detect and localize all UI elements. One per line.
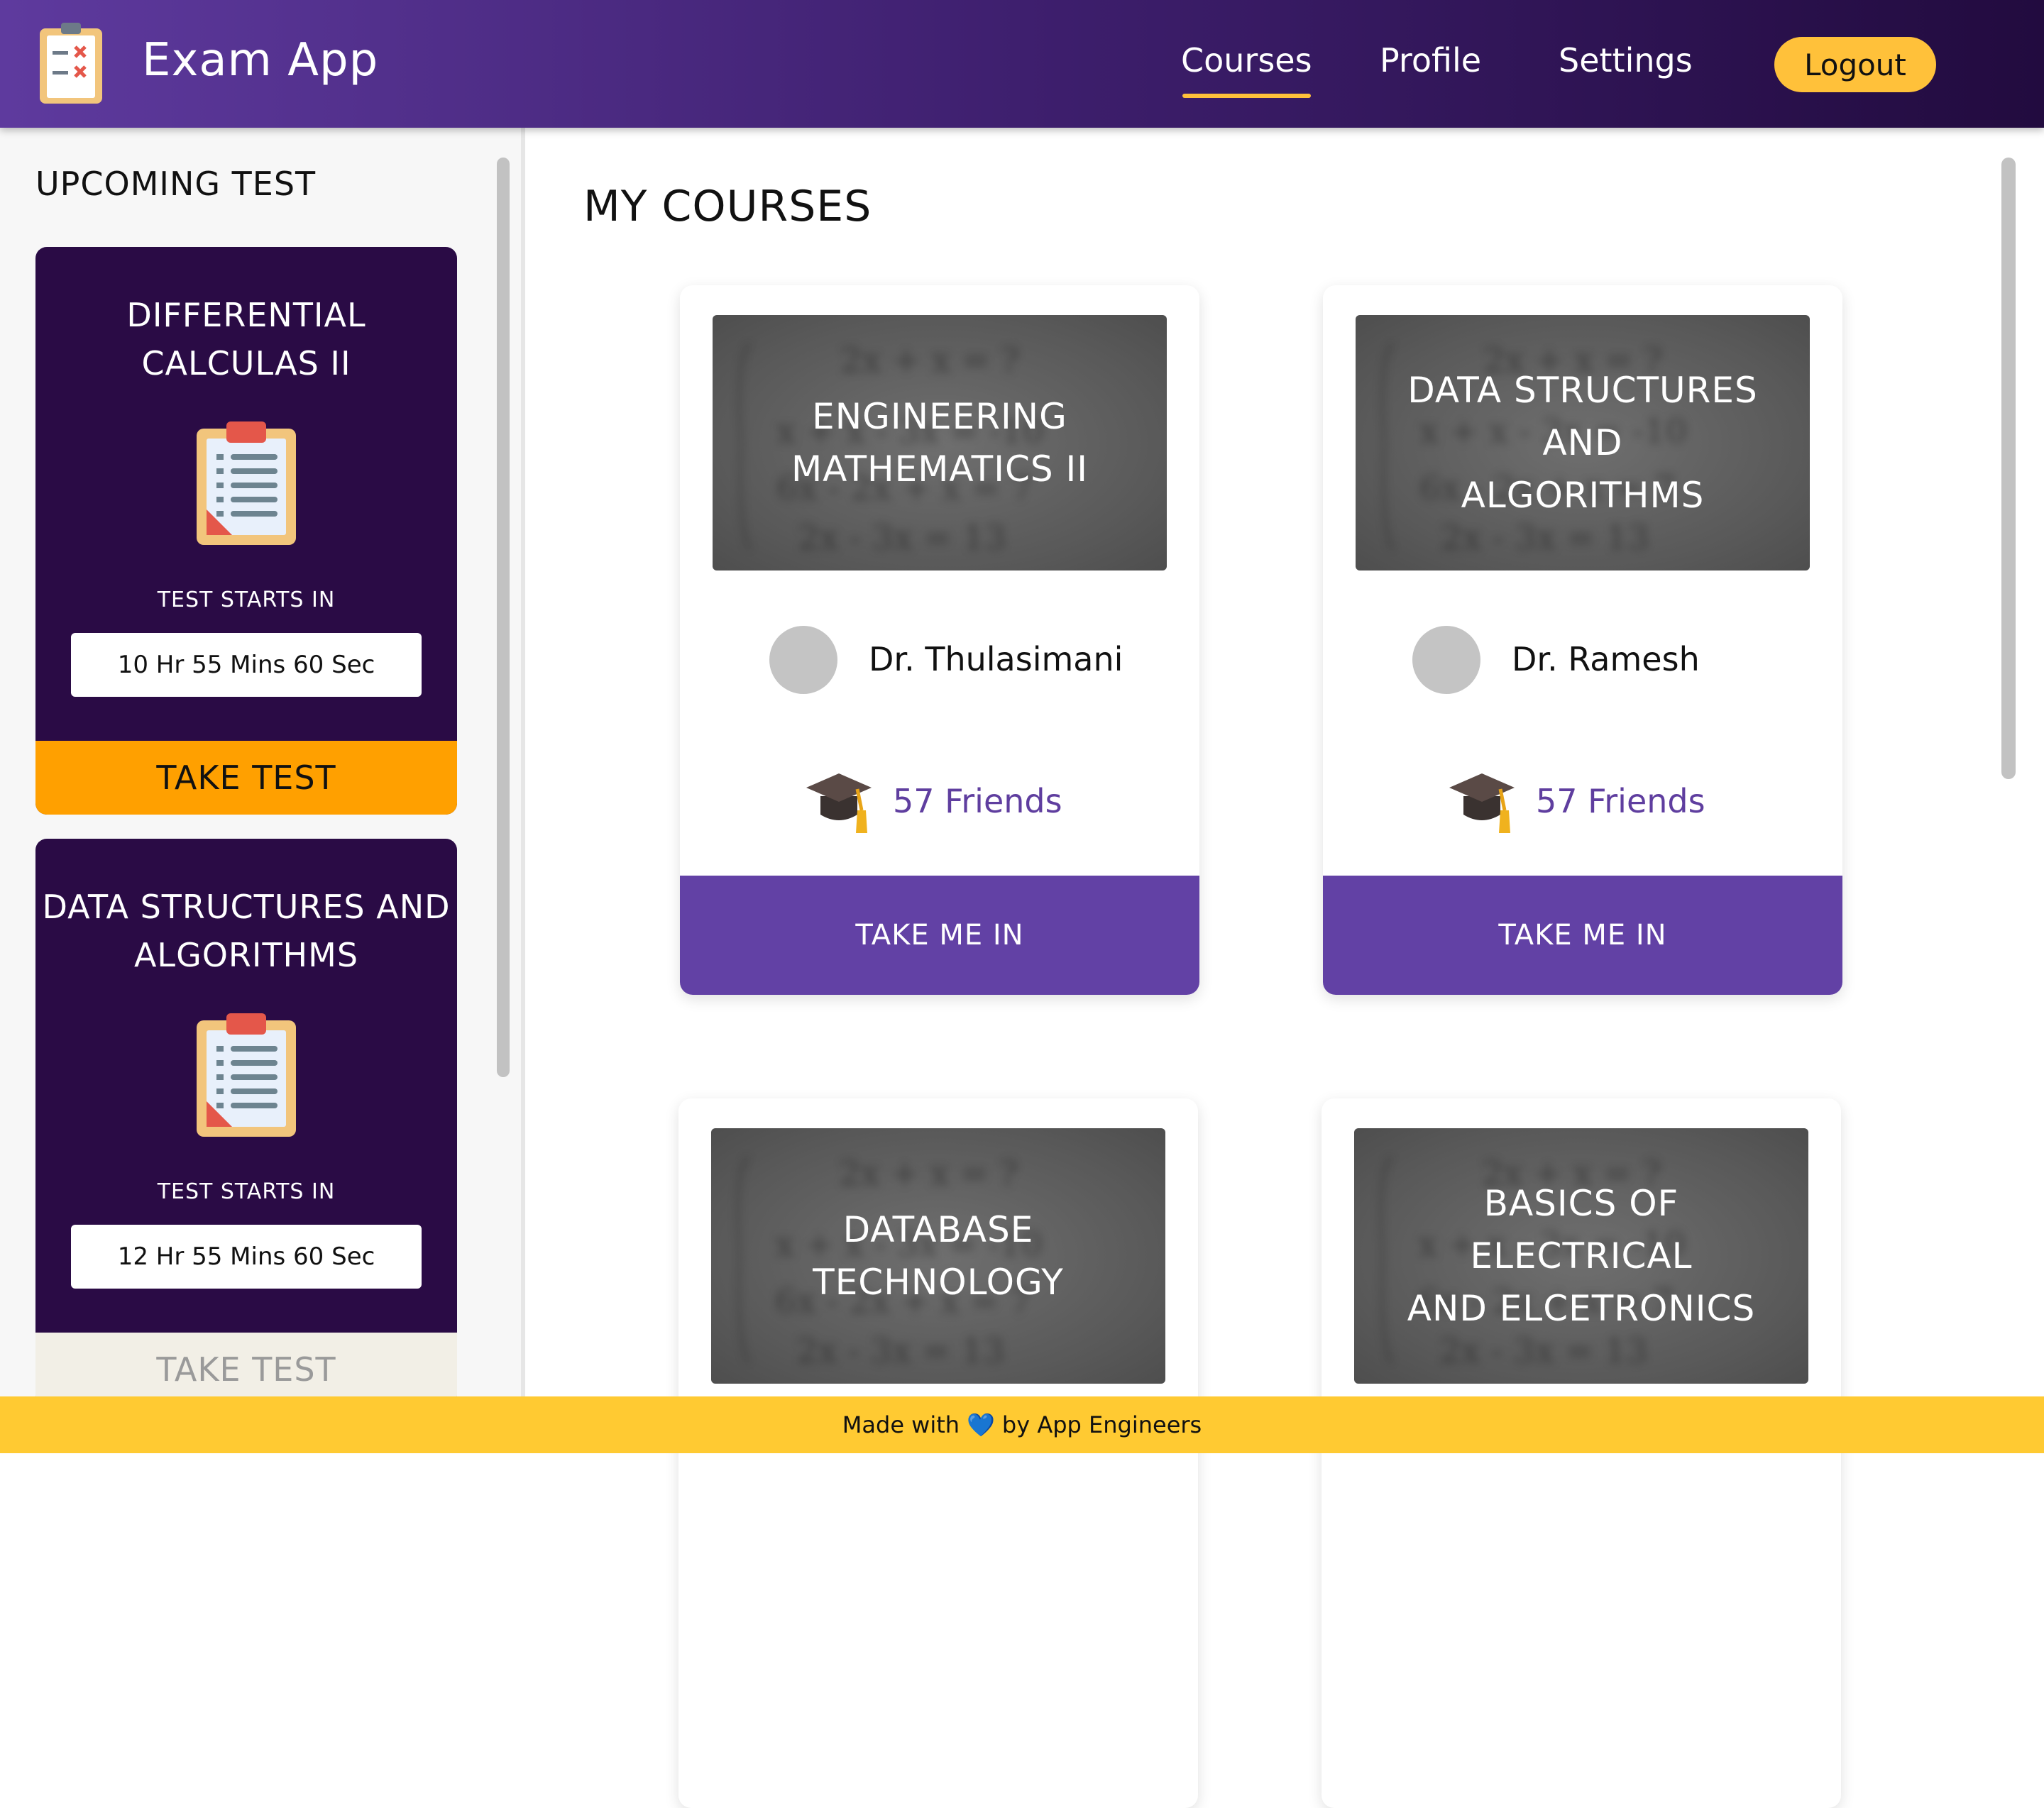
clipboard-list-icon <box>197 421 296 545</box>
countdown-timer: 10 Hr 55 Mins 60 Sec <box>71 633 422 697</box>
course-banner: 2x + x = ? x + x - 3x = -10 6x - 2x + x = … <box>711 1128 1165 1384</box>
heart-icon: 💙 <box>967 1411 995 1438</box>
course-name-line2: MATHEMATICS II <box>791 448 1088 490</box>
footer-prefix: Made with <box>842 1411 960 1438</box>
friends-count: 57 Friends <box>1536 782 1705 820</box>
course-name: DATA STRUCTURES AND ALGORITHMS <box>1356 315 1810 570</box>
clipboard-list-icon <box>197 1013 296 1137</box>
teacher-name: Dr. Ramesh <box>1512 640 1700 678</box>
sidebar-divider <box>521 128 525 1396</box>
friends-count: 57 Friends <box>893 782 1062 820</box>
test-card: DIFFERENTIAL CALCULAS II TEST STARTS IN … <box>35 247 457 815</box>
nav-profile[interactable]: Profile <box>1380 41 1481 79</box>
course-banner: 2x + x = ? x + x - 3x = -10 6x - 2x + x = … <box>713 315 1167 570</box>
course-name-line1: ENGINEERING <box>812 396 1067 437</box>
sidebar-scrollbar[interactable] <box>497 158 510 1077</box>
nav-courses[interactable]: Courses <box>1181 41 1312 98</box>
nav-settings[interactable]: Settings <box>1559 41 1693 79</box>
take-me-in-button[interactable]: TAKE ME IN <box>680 876 1199 995</box>
course-card: 2x + x = ? x + x - 3x = -10 6x - 2x + x = … <box>678 1098 1198 1808</box>
course-card: 2x + x = ? x + x - 3x = -10 6x - 2x + x = … <box>680 285 1199 995</box>
footer-suffix: by App Engineers <box>1001 1411 1202 1438</box>
avatar <box>1412 626 1480 694</box>
course-banner: 2x + x = ? x + x - 3x = -10 6x - 2x + x = … <box>1354 1128 1808 1384</box>
graduation-cap-icon <box>806 773 872 833</box>
course-name: ENGINEERING MATHEMATICS II <box>713 315 1167 570</box>
course-name: DATABASE TECHNOLOGY <box>711 1128 1165 1384</box>
main-scrollbar[interactable] <box>2001 158 2016 779</box>
course-banner: 2x + x = ? x + x - 3x = -10 6x - 2x + x = … <box>1356 315 1810 570</box>
test-title-line2: ALGORITHMS <box>133 936 359 974</box>
app-title: Exam App <box>142 34 379 87</box>
footer: Made with 💙 by App Engineers <box>0 1396 2044 1453</box>
avatar <box>769 626 837 694</box>
course-name-line1: DATA STRUCTURES AND <box>1407 370 1758 463</box>
clipboard-checklist-icon <box>40 23 102 104</box>
course-card: 2x + x = ? x + x - 3x = -10 6x - 2x + x = … <box>1322 1098 1841 1808</box>
course-name-line2: ALGORITHMS <box>1461 475 1705 516</box>
graduation-cap-icon <box>1449 773 1515 833</box>
course-name-line1: DATABASE TECHNOLOGY <box>813 1209 1064 1303</box>
test-starts-label: TEST STARTS IN <box>157 1179 336 1204</box>
page-title: MY COURSES <box>583 182 872 231</box>
course-name-line1: BASICS OF ELECTRICAL <box>1470 1183 1693 1277</box>
countdown-timer: 12 Hr 55 Mins 60 Sec <box>71 1225 422 1289</box>
course-name: BASICS OF ELECTRICAL AND ELCETRONICS <box>1354 1128 1808 1384</box>
sidebar-title: UPCOMING TEST <box>35 165 317 203</box>
test-starts-label: TEST STARTS IN <box>157 588 336 612</box>
logout-button[interactable]: Logout <box>1774 37 1936 92</box>
take-test-button[interactable]: TAKE TEST <box>35 741 457 815</box>
teacher-name: Dr. Thulasimani <box>869 640 1123 678</box>
take-test-button-disabled[interactable]: TAKE TEST <box>35 1333 457 1396</box>
take-me-in-button[interactable]: TAKE ME IN <box>1323 876 1842 995</box>
test-card: DATA STRUCTURES AND ALGORITHMS TEST STAR… <box>35 839 457 1396</box>
course-name-line2: AND ELCETRONICS <box>1407 1288 1756 1329</box>
course-card: 2x + x = ? x + x - 3x = -10 6x - 2x + x = … <box>1323 285 1842 995</box>
test-title-line1: DATA STRUCTURES AND <box>42 888 451 926</box>
test-title-line1: DIFFERENTIAL <box>126 296 366 334</box>
app-header: Exam App Courses Profile Settings Logout <box>0 0 2044 128</box>
upcoming-tests-sidebar: UPCOMING TEST DIFFERENTIAL CALCULAS II T… <box>0 128 521 1396</box>
test-title-line2: CALCULAS II <box>141 344 351 382</box>
